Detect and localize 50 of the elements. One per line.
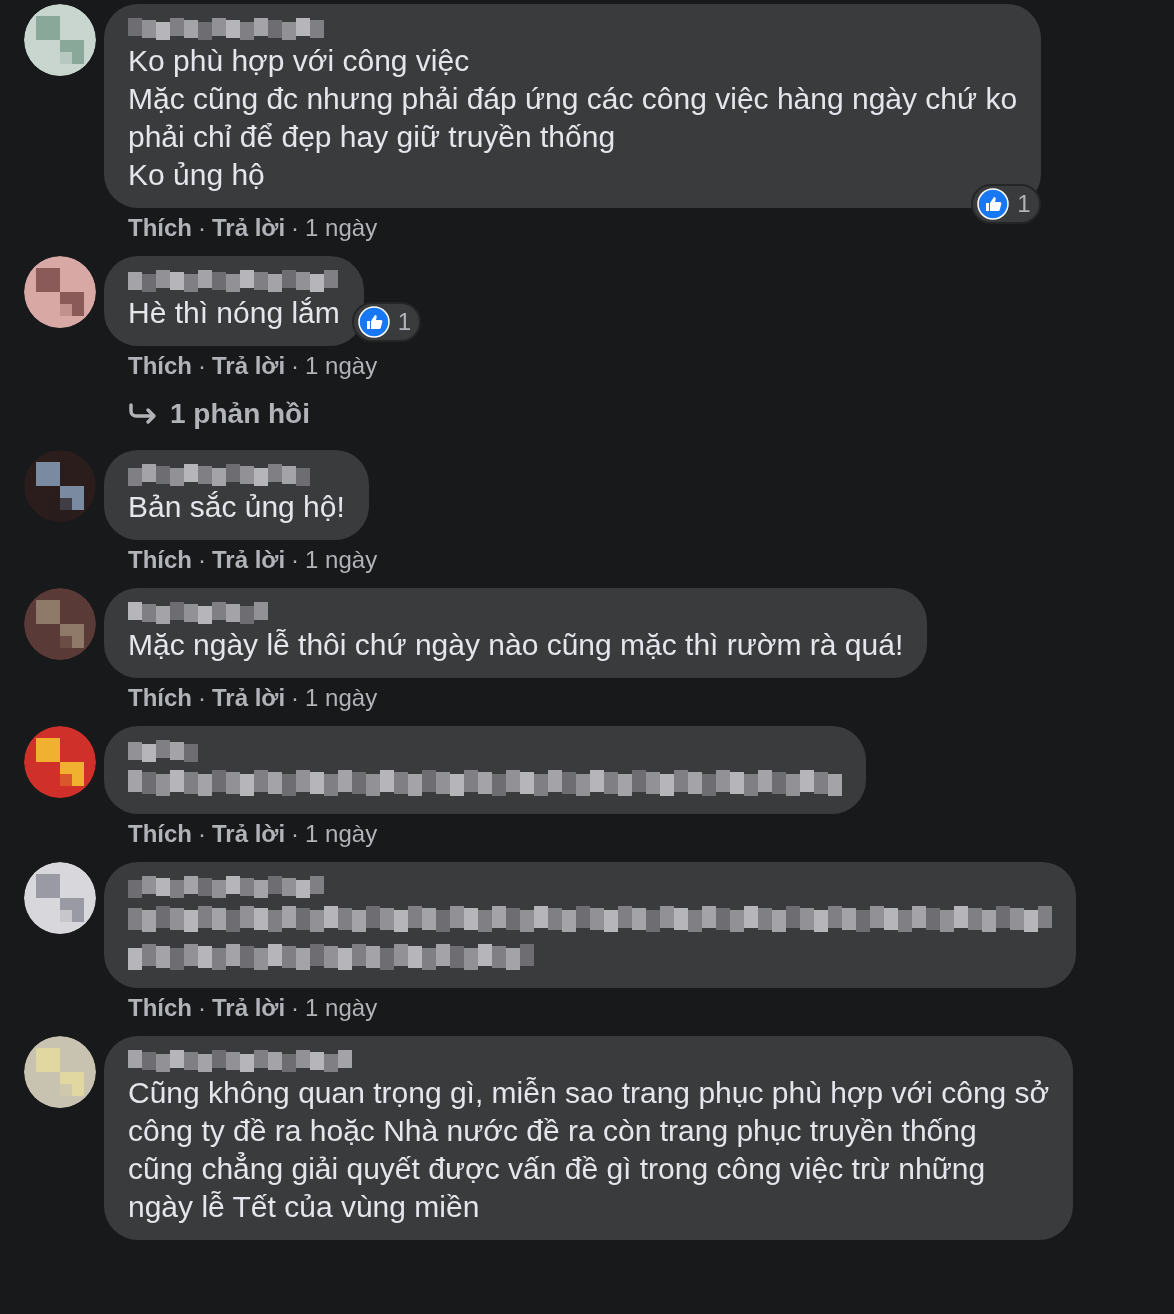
comment-time[interactable]: 1 ngày <box>305 684 378 712</box>
like-link[interactable]: Thích <box>128 684 192 712</box>
reaction-badge[interactable]: 1 <box>351 302 422 342</box>
separator-dot: · <box>198 820 206 848</box>
separator-dot: · <box>198 546 206 574</box>
comment-time[interactable]: 1 ngày <box>305 546 378 574</box>
separator-dot: · <box>291 684 300 712</box>
comment-text: Bản sắc ủng hộ! <box>128 489 345 525</box>
thumbs-up-icon <box>357 306 390 338</box>
like-link[interactable]: Thích <box>128 820 192 848</box>
comment-time[interactable]: 1 ngày <box>305 820 378 848</box>
comment-text: Cũng không quan trọng gì, miễn sao trang phục phù hợp với công sở <box>128 1075 1050 1111</box>
comment-text: Mặc ngày lễ thôi chứ ngày nào cũng mặc thì rườm rà quá! <box>128 627 904 663</box>
reply-link[interactable]: Trả lời <box>212 820 286 848</box>
comment-text: công ty đề ra hoặc Nhà nước đề ra còn trang phục truyền thống <box>128 1113 978 1149</box>
separator-dot: · <box>291 820 300 848</box>
comment-text: Ko ủng hộ <box>128 157 266 193</box>
separator-dot: · <box>291 214 300 242</box>
like-link[interactable]: Thích <box>128 546 192 574</box>
comment-text: phải chỉ để đẹp hay giữ truyền thống <box>128 119 617 155</box>
thumbs-up-icon <box>977 188 1010 220</box>
view-replies-link[interactable]: 1 phản hồi <box>104 380 422 436</box>
reply-link[interactable]: Trả lời <box>212 214 286 242</box>
separator-dot: · <box>291 994 300 1022</box>
reaction-count: 1 <box>397 307 412 337</box>
comment-time[interactable]: 1 ngày <box>305 352 378 380</box>
separator-dot: · <box>198 684 206 712</box>
comment-text: Hè thì nóng lắm <box>128 295 340 331</box>
like-link[interactable]: Thích <box>128 994 192 1022</box>
reply-link[interactable]: Trả lời <box>212 684 286 712</box>
reply-link[interactable]: Trả lời <box>212 546 286 574</box>
like-link[interactable]: Thích <box>128 214 192 242</box>
separator-dot: · <box>198 352 206 380</box>
comment-text: Ko phù hợp với công việc <box>128 43 471 79</box>
comment-text: cũng chẳng giải quyết được vấn đề gì trong công việc trừ những <box>128 1151 987 1187</box>
comment-time[interactable]: 1 ngày <box>305 214 378 242</box>
reply-link[interactable]: Trả lời <box>212 994 286 1022</box>
reply-arrow-icon <box>128 402 158 426</box>
reply-link[interactable]: Trả lời <box>212 352 286 380</box>
reaction-count: 1 <box>1017 189 1031 219</box>
comment-text: Mặc cũng đc nhưng phải đáp ứng các công việc hàng ngày chứ ko <box>128 81 1018 117</box>
blurred-name <box>128 740 198 762</box>
separator-dot: · <box>291 546 300 574</box>
reaction-badge[interactable]: 1 <box>971 184 1041 224</box>
like-link[interactable]: Thích <box>128 352 192 380</box>
comment-text: ngày lễ Tết của vùng miền <box>128 1189 481 1225</box>
separator-dot: · <box>291 352 300 380</box>
separator-dot: · <box>198 994 206 1022</box>
comment-time[interactable]: 1 ngày <box>305 994 378 1022</box>
separator-dot: · <box>198 214 206 242</box>
